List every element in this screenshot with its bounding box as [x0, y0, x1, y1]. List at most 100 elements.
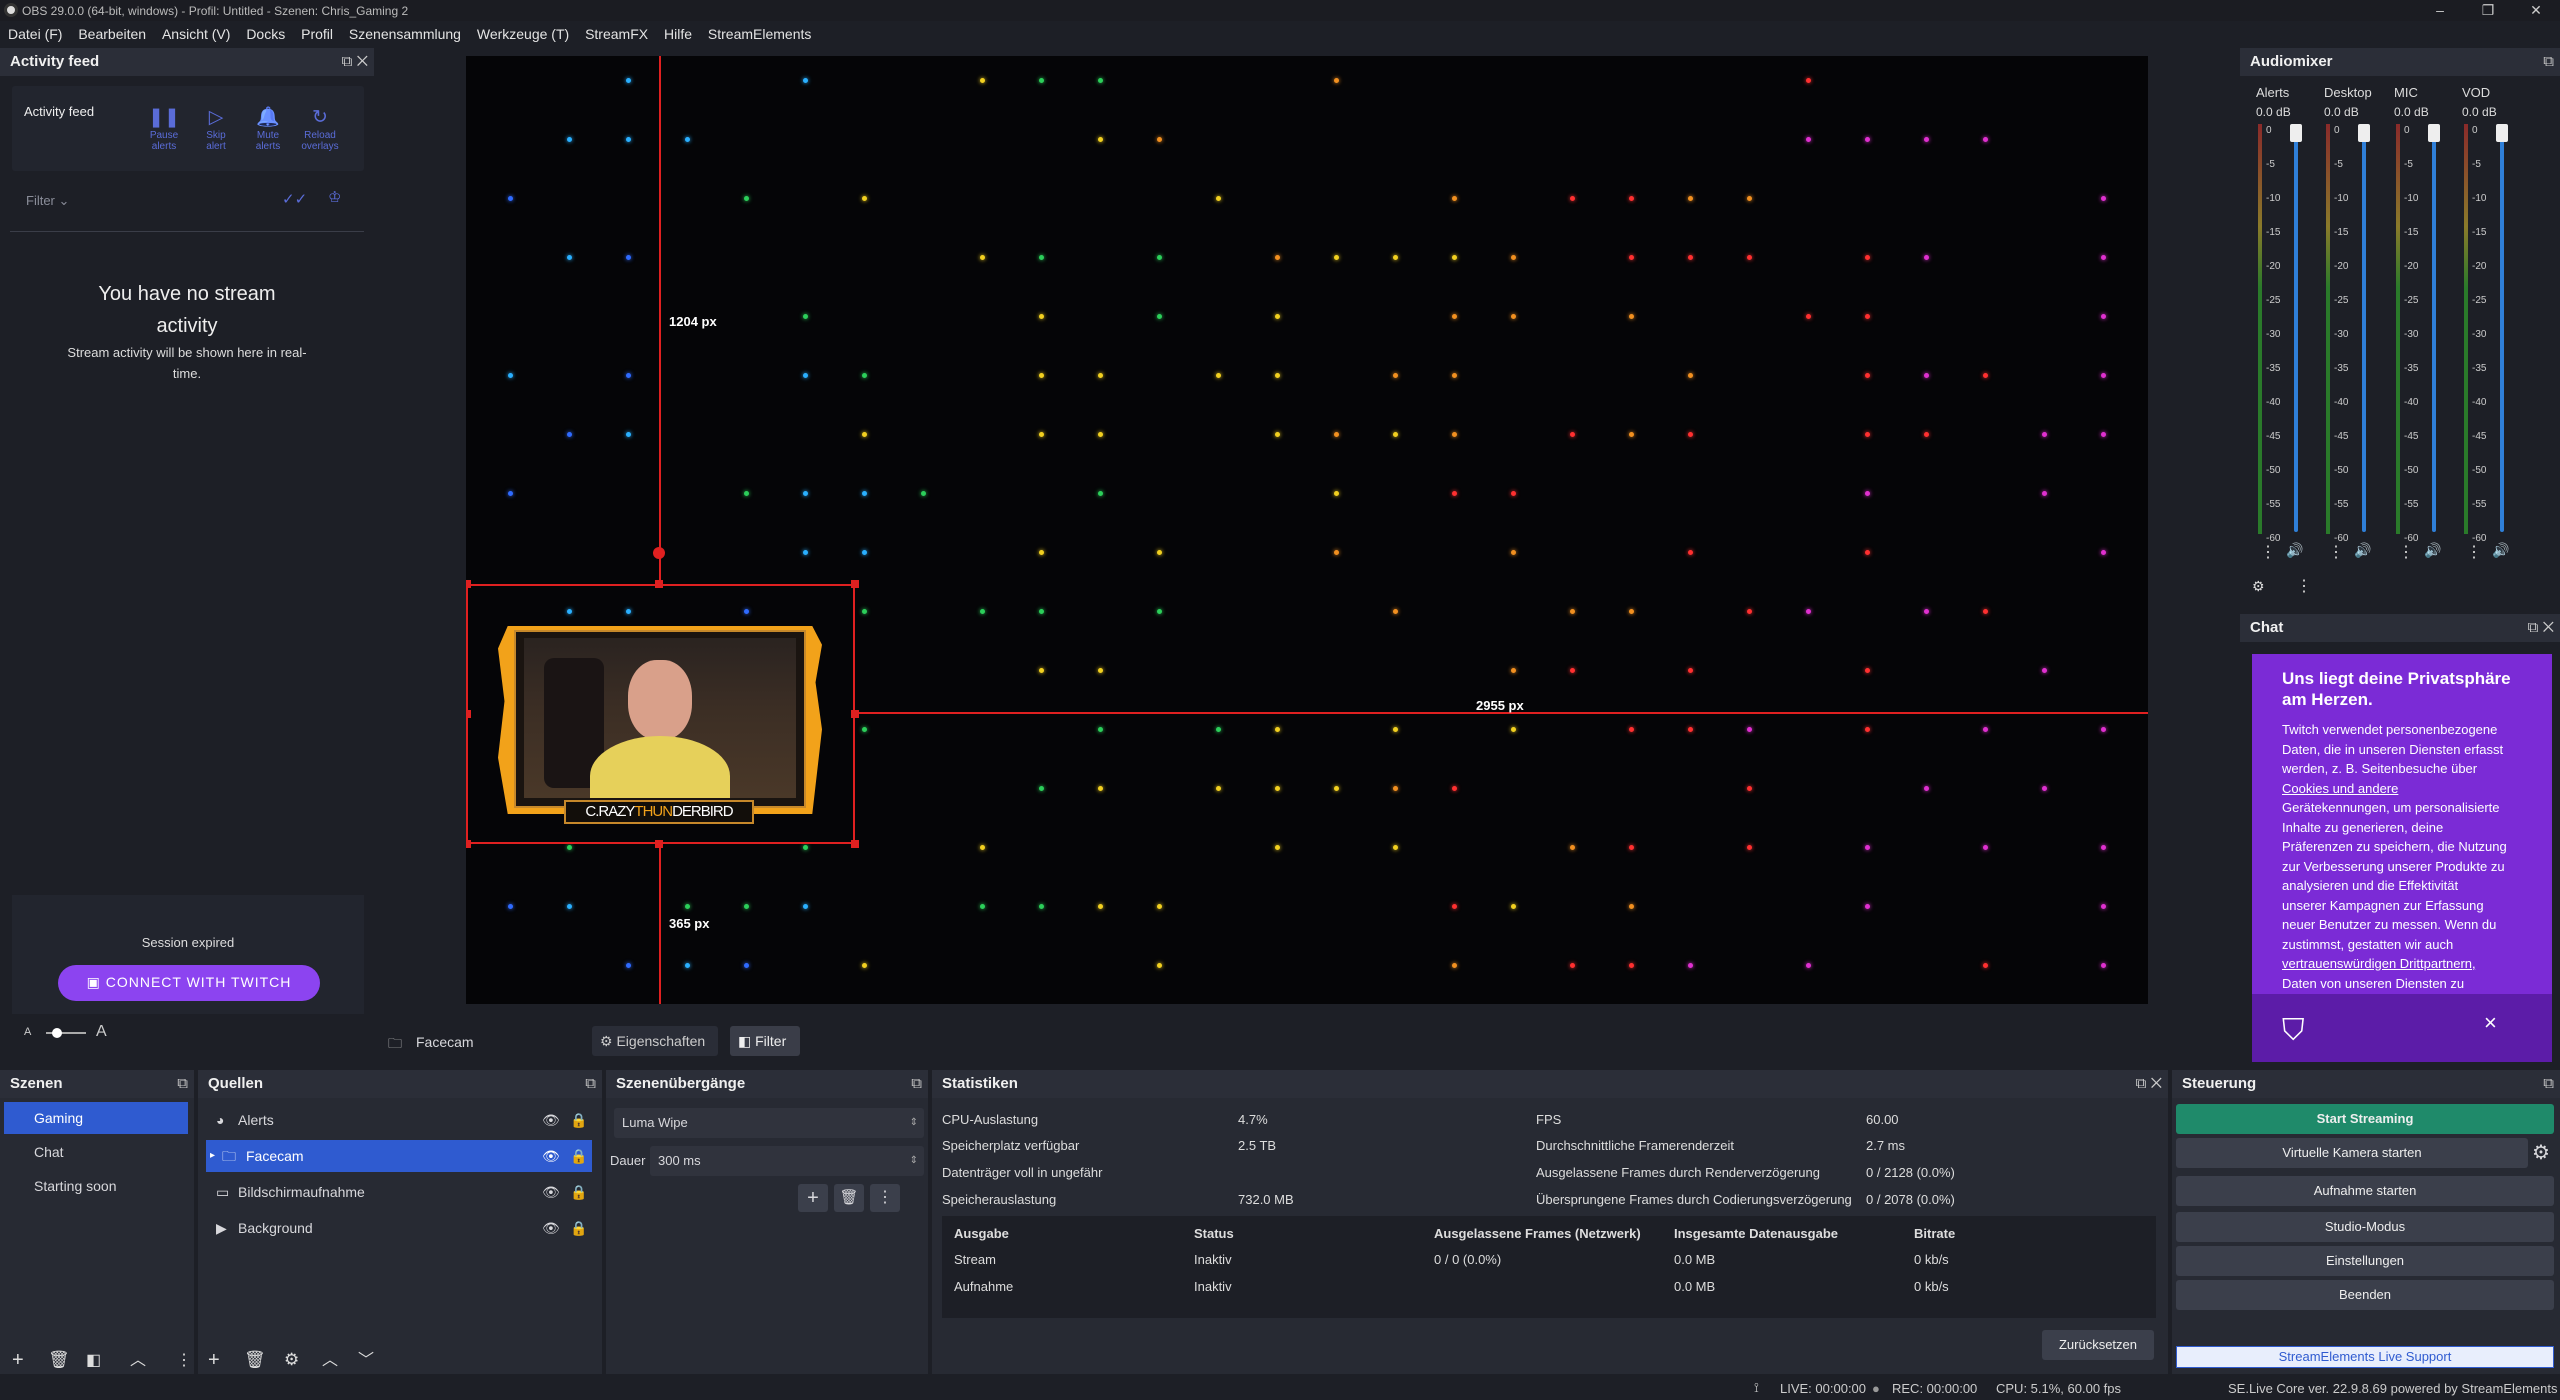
- remove-transition-button[interactable]: 🗑: [834, 1184, 864, 1212]
- rotation-handle[interactable]: [653, 547, 665, 559]
- volume-fader[interactable]: [2294, 126, 2298, 532]
- resize-handle-l[interactable]: [466, 710, 471, 718]
- transition-select[interactable]: Luma Wipe ⇕: [614, 1108, 924, 1138]
- reset-stats-button[interactable]: Zurücksetzen: [2042, 1330, 2154, 1360]
- maximize-button[interactable]: ❐: [2468, 0, 2508, 21]
- font-size-slider-handle[interactable]: [52, 1028, 62, 1038]
- resize-handle-tl[interactable]: [466, 580, 471, 588]
- scene-item-chat[interactable]: Chat: [4, 1136, 188, 1168]
- scene-item-starting-soon[interactable]: Starting soon: [4, 1170, 188, 1202]
- visibility-eye-icon[interactable]: 👁: [542, 1140, 560, 1172]
- virtual-camera-button[interactable]: Virtuelle Kamera starten: [2176, 1138, 2528, 1168]
- resize-handle-br[interactable]: [851, 840, 859, 848]
- duration-spinbox[interactable]: 300 ms ⇕: [650, 1146, 924, 1176]
- visibility-eye-icon[interactable]: 👁: [542, 1104, 560, 1136]
- menu-streamelements[interactable]: StreamElements: [708, 21, 811, 48]
- skip-alert-button[interactable]: ▷ Skip alert: [190, 106, 242, 152]
- volume-fader[interactable]: [2500, 126, 2504, 532]
- more-icon[interactable]: ⋮: [176, 1350, 192, 1370]
- speaker-icon[interactable]: 🔊: [2286, 542, 2303, 559]
- live-support-button[interactable]: StreamElements Live Support: [2176, 1346, 2554, 1368]
- source-item-background[interactable]: ▶ Background 👁 🔒: [206, 1212, 592, 1244]
- mark-read-icon[interactable]: ✓✓: [282, 190, 307, 208]
- volume-fader-handle[interactable]: [2428, 124, 2440, 142]
- move-down-icon[interactable]: ﹀: [358, 1346, 374, 1370]
- resize-handle-t[interactable]: [655, 580, 663, 588]
- crown-icon[interactable]: ♔: [328, 188, 341, 206]
- reload-overlays-button[interactable]: ↻ Reload overlays: [294, 106, 346, 152]
- channel-menu-icon[interactable]: ⋮: [2398, 542, 2414, 562]
- undock-icon[interactable]: ⧉: [177, 1070, 188, 1098]
- undock-icon[interactable]: ⧉: [342, 53, 353, 70]
- source-properties-icon[interactable]: ⚙: [284, 1350, 299, 1370]
- add-source-icon[interactable]: +: [208, 1349, 220, 1372]
- filters-button[interactable]: ◧ Filter: [730, 1026, 800, 1056]
- remove-scene-icon[interactable]: 🗑: [48, 1350, 70, 1370]
- undock-icon[interactable]: ⧉: [2528, 619, 2539, 636]
- source-item-screen-capture[interactable]: ▭ Bildschirmaufnahme 👁 🔒: [206, 1176, 592, 1208]
- mute-alerts-button[interactable]: 🔔 Mute alerts: [242, 106, 294, 152]
- menu-streamfx[interactable]: StreamFX: [585, 21, 648, 48]
- lock-icon[interactable]: 🔒: [570, 1212, 587, 1244]
- close-privacy-button[interactable]: ×: [2484, 1010, 2497, 1036]
- volume-fader[interactable]: [2362, 126, 2366, 532]
- source-item-alerts[interactable]: ◕ Alerts 👁 🔒: [206, 1104, 592, 1136]
- speaker-icon[interactable]: 🔊: [2424, 542, 2441, 559]
- exit-button[interactable]: Beenden: [2176, 1280, 2554, 1310]
- add-scene-icon[interactable]: +: [12, 1349, 24, 1372]
- start-recording-button[interactable]: Aufnahme starten: [2176, 1176, 2554, 1206]
- pause-alerts-button[interactable]: ❚❚ Pause alerts: [138, 106, 190, 152]
- menu-profile[interactable]: Profil: [301, 21, 333, 48]
- channel-menu-icon[interactable]: ⋮: [2260, 542, 2276, 562]
- menu-tools[interactable]: Werkzeuge (T): [477, 21, 569, 48]
- mixer-menu-icon[interactable]: ⋮: [2296, 576, 2312, 596]
- visibility-eye-icon[interactable]: 👁: [542, 1176, 560, 1208]
- connect-twitch-button[interactable]: ▣ CONNECT WITH TWITCH: [58, 965, 320, 1001]
- close-window-button[interactable]: ✕: [2516, 0, 2556, 21]
- menu-docks[interactable]: Docks: [246, 21, 285, 48]
- remove-source-icon[interactable]: 🗑: [244, 1350, 266, 1370]
- source-item-facecam[interactable]: ▸ 🗀 Facecam 👁 🔒: [206, 1140, 592, 1172]
- undock-icon[interactable]: ⧉: [585, 1070, 596, 1098]
- filter-dropdown[interactable]: Filter ⌄: [26, 193, 69, 209]
- advanced-audio-icon[interactable]: ⚙: [2252, 578, 2265, 595]
- menu-help[interactable]: Hilfe: [664, 21, 692, 48]
- channel-menu-icon[interactable]: ⋮: [2328, 542, 2344, 562]
- gear-icon[interactable]: ⚙: [2532, 1140, 2550, 1165]
- scene-filters-icon[interactable]: ◧: [86, 1350, 101, 1370]
- transition-more-button[interactable]: ⋮: [870, 1184, 900, 1212]
- start-streaming-button[interactable]: Start Streaming: [2176, 1104, 2554, 1134]
- volume-fader-handle[interactable]: [2358, 124, 2370, 142]
- undock-icon[interactable]: ⧉: [2136, 1075, 2147, 1092]
- undock-icon[interactable]: ⧉: [2543, 48, 2554, 76]
- volume-fader-handle[interactable]: [2290, 124, 2302, 142]
- undock-icon[interactable]: ⧉: [911, 1070, 922, 1098]
- move-up-icon[interactable]: ︿: [322, 1346, 338, 1370]
- resize-handle-bl[interactable]: [466, 840, 471, 848]
- menu-edit[interactable]: Bearbeiten: [78, 21, 146, 48]
- settings-button[interactable]: Einstellungen: [2176, 1246, 2554, 1276]
- close-dock-icon[interactable]: ✕: [2543, 619, 2554, 636]
- expand-arrow-icon[interactable]: ▸: [210, 1140, 215, 1172]
- resize-handle-r[interactable]: [851, 710, 859, 718]
- visibility-eye-icon[interactable]: 👁: [542, 1212, 560, 1244]
- move-up-icon[interactable]: ︿: [130, 1346, 146, 1370]
- menu-file[interactable]: Datei (F): [8, 21, 62, 48]
- menu-view[interactable]: Ansicht (V): [162, 21, 230, 48]
- lock-icon[interactable]: 🔒: [570, 1176, 587, 1208]
- close-dock-icon[interactable]: ✕: [357, 53, 368, 70]
- resize-handle-b[interactable]: [655, 840, 663, 848]
- undock-icon[interactable]: ⧉: [2543, 1070, 2554, 1098]
- studio-mode-button[interactable]: Studio-Modus: [2176, 1212, 2554, 1242]
- volume-fader-handle[interactable]: [2496, 124, 2508, 142]
- minimize-button[interactable]: –: [2420, 0, 2460, 21]
- menu-scene-collection[interactable]: Szenensammlung: [349, 21, 461, 48]
- properties-button[interactable]: ⚙ Eigenschaften: [592, 1026, 718, 1056]
- speaker-icon[interactable]: 🔊: [2492, 542, 2509, 559]
- preview-canvas[interactable]: 1204 px 2955 px 365 px C.RAZYTHUNDERBIRD: [466, 56, 2148, 1004]
- scene-item-gaming[interactable]: Gaming: [4, 1102, 188, 1134]
- volume-fader[interactable]: [2432, 126, 2436, 532]
- lock-icon[interactable]: 🔒: [570, 1140, 587, 1172]
- close-dock-icon[interactable]: ✕: [2151, 1075, 2162, 1092]
- lock-icon[interactable]: 🔒: [570, 1104, 587, 1136]
